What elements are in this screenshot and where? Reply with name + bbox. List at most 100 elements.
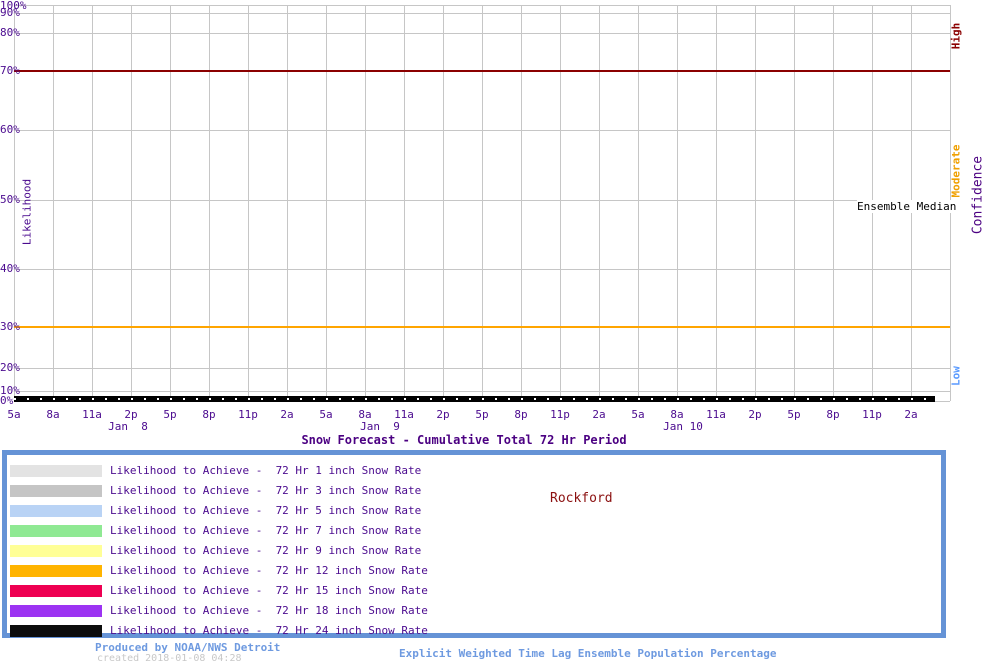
plot-area: 100% 90% 80% 70% 60% 50% 40% 30% 20% 10% 0% 5a 8a 11… (0, 0, 1000, 433)
vertical-gridline (521, 5, 522, 401)
day-label: Jan 10 (663, 420, 703, 433)
legend-item-label: Likelihood to Achieve - 72 Hr 1 inch Sno… (110, 464, 422, 477)
y-tick-label: 20% (0, 361, 20, 374)
legend-color-swatch (10, 465, 102, 477)
horizontal-gridline (14, 269, 950, 270)
horizontal-gridline (14, 391, 950, 392)
vertical-gridline (404, 5, 405, 401)
x-tick-label: 8p (202, 408, 216, 421)
x-tick-label: 2p (436, 408, 450, 421)
horizontal-gridline (14, 200, 950, 201)
legend-item-label: Likelihood to Achieve - 72 Hr 7 inch Sno… (110, 524, 422, 537)
right-axis-title: Confidence (970, 155, 986, 235)
vertical-gridline (794, 5, 795, 401)
legend-item: Likelihood to Achieve - 72 Hr 9 inch Sno… (10, 541, 610, 561)
vertical-gridline (677, 5, 678, 401)
legend-box: Likelihood to Achieve - 72 Hr 1 inch Sno… (2, 450, 946, 638)
y-axis-title: Likelihood (20, 178, 34, 246)
vertical-gridline (638, 5, 639, 401)
x-tick-label: 11p (550, 408, 570, 421)
legend-color-swatch (10, 625, 102, 637)
y-tick-label: 50% (0, 193, 20, 206)
horizontal-gridline (14, 130, 950, 131)
producer-credit: Produced by NOAA/NWS Detroit (95, 641, 281, 654)
vertical-gridline (560, 5, 561, 401)
vertical-gridline (209, 5, 210, 401)
x-tick-label: 2p (748, 408, 762, 421)
legend-color-swatch (10, 525, 102, 537)
legend-item: Likelihood to Achieve - 72 Hr 3 inch Sno… (10, 481, 610, 501)
x-tick-label: 5a (7, 408, 21, 421)
legend-item: Likelihood to Achieve - 72 Hr 18 inch Sn… (10, 601, 610, 621)
day-label: Jan 9 (360, 420, 400, 433)
legend-item-label: Likelihood to Achieve - 72 Hr 9 inch Sno… (110, 544, 422, 557)
horizontal-gridline (14, 368, 950, 369)
vertical-gridline (170, 5, 171, 401)
y-tick-label: 80% (0, 26, 20, 39)
vertical-gridline (326, 5, 327, 401)
vertical-gridline (755, 5, 756, 401)
snow-forecast-panel: 100% 90% 80% 70% 60% 50% 40% 30% 20% 10% 0% 5a 8a 11… (0, 0, 1000, 670)
vertical-gridline (92, 5, 93, 401)
vertical-gridline (833, 5, 834, 401)
x-tick-label: 2a (904, 408, 918, 421)
legend-item: Likelihood to Achieve - 72 Hr 12 inch Sn… (10, 561, 610, 581)
legend-color-swatch (10, 545, 102, 557)
legend-item: Likelihood to Achieve - 72 Hr 7 inch Sno… (10, 521, 610, 541)
vertical-gridline (248, 5, 249, 401)
creation-timestamp: created 2018-01-08 04:28 (97, 653, 242, 664)
confidence-level-label: High (949, 22, 963, 50)
vertical-gridline (53, 5, 54, 401)
x-tick-label: 5a (631, 408, 645, 421)
x-tick-label: 5p (787, 408, 801, 421)
legend-color-swatch (10, 485, 102, 497)
confidence-level-label: Low (949, 366, 963, 386)
vertical-gridline (482, 5, 483, 401)
legend-item-label: Likelihood to Achieve - 72 Hr 24 inch Sn… (110, 624, 428, 637)
x-tick-label: 11p (862, 408, 882, 421)
x-tick-label: 5a (319, 408, 333, 421)
legend-item-label: Likelihood to Achieve - 72 Hr 3 inch Sno… (110, 484, 422, 497)
location-label: Rockford (550, 491, 613, 506)
y-tick-label: 70% (0, 64, 20, 77)
horizontal-gridline (14, 33, 950, 34)
legend-item-label: Likelihood to Achieve - 72 Hr 12 inch Sn… (110, 564, 428, 577)
x-tick-label: 8a (46, 408, 60, 421)
x-tick-label: 2a (592, 408, 606, 421)
y-tick-label: 40% (0, 262, 20, 275)
day-label: Jan 8 (108, 420, 148, 433)
x-tick-label: 2a (280, 408, 294, 421)
ensemble-median-label: Ensemble Median (857, 200, 957, 213)
y-tick-label: 0% (0, 394, 14, 407)
confidence-level-label: Moderate (949, 144, 963, 198)
y-tick-label: 30% (0, 320, 20, 333)
x-tick-label: 5p (475, 408, 489, 421)
high-threshold-line (14, 70, 950, 72)
x-tick-label: 5p (163, 408, 177, 421)
x-tick-label: 8p (826, 408, 840, 421)
vertical-gridline (716, 5, 717, 401)
vertical-gridline (599, 5, 600, 401)
legend-item: Likelihood to Achieve - 72 Hr 15 inch Sn… (10, 581, 610, 601)
vertical-gridline (287, 5, 288, 401)
x-tick-label: 11a (82, 408, 102, 421)
hourly-tick-marks (14, 398, 935, 400)
vertical-gridline (443, 5, 444, 401)
legend-item-label: Likelihood to Achieve - 72 Hr 15 inch Sn… (110, 584, 428, 597)
legend-item-label: Likelihood to Achieve - 72 Hr 18 inch Sn… (110, 604, 428, 617)
y-tick-label: 90% (0, 6, 20, 19)
x-tick-label: 8p (514, 408, 528, 421)
horizontal-gridline (14, 13, 950, 14)
y-tick-label: 60% (0, 123, 20, 136)
legend-item-label: Likelihood to Achieve - 72 Hr 5 inch Sno… (110, 504, 422, 517)
legend-color-swatch (10, 565, 102, 577)
moderate-threshold-line (14, 326, 950, 328)
legend-color-swatch (10, 505, 102, 517)
vertical-gridline (365, 5, 366, 401)
legend-item: Likelihood to Achieve - 72 Hr 24 inch Sn… (10, 621, 610, 641)
chart-title: Snow Forecast - Cumulative Total 72 Hr P… (301, 433, 627, 447)
legend-item: Likelihood to Achieve - 72 Hr 1 inch Sno… (10, 461, 610, 481)
ensemble-median-line (14, 396, 935, 402)
horizontal-gridline (14, 5, 950, 6)
method-caption: Explicit Weighted Time Lag Ensemble Popu… (399, 647, 777, 660)
